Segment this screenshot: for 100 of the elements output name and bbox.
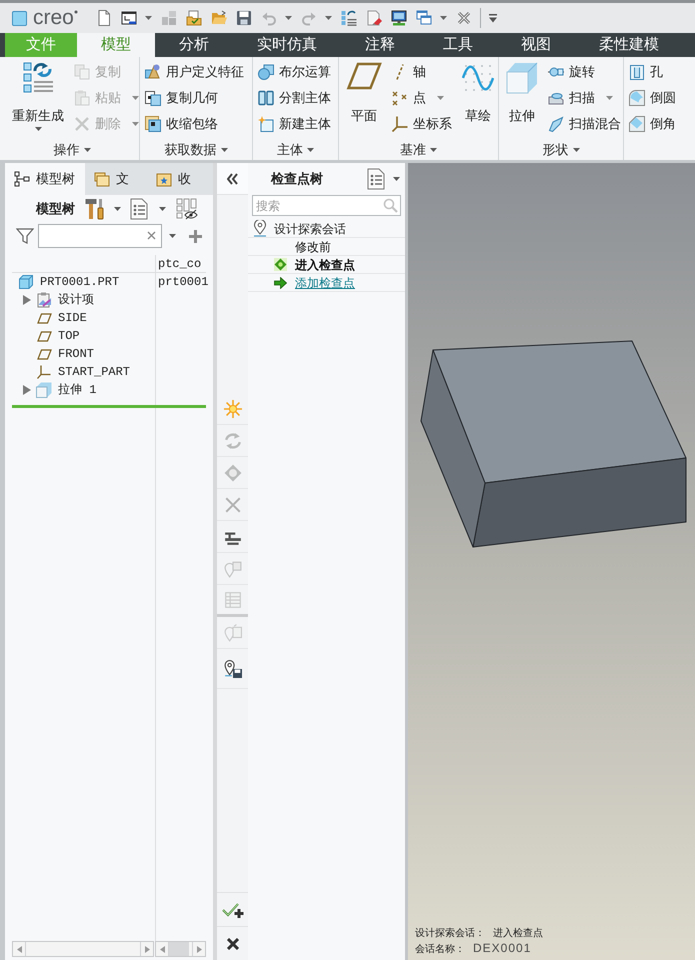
pin-save-icon[interactable] xyxy=(224,660,242,678)
ribbon-tab[interactable]: 分析 xyxy=(155,33,233,57)
open-folder-icon[interactable] xyxy=(210,10,227,26)
ribbon-button[interactable]: 坐标系 xyxy=(390,111,454,137)
tree-item[interactable]: 修改前 xyxy=(248,238,405,255)
column-header[interactable]: ptc_co xyxy=(158,256,202,272)
solid-block-drawing[interactable] xyxy=(420,340,686,548)
3d-viewport[interactable]: 设计探索会话： 进入检查点 会话名称： DEX0001 xyxy=(405,163,695,960)
document-eraser-icon[interactable] xyxy=(366,10,382,26)
horizontal-scrollbar[interactable] xyxy=(155,941,206,957)
ribbon-tab[interactable]: 模型 xyxy=(77,33,155,57)
caret-icon xyxy=(84,148,90,152)
group-menu-button[interactable]: 获取数据 xyxy=(160,142,232,158)
filter-icon[interactable] xyxy=(16,227,34,245)
ribbon-button[interactable]: 复制几何 xyxy=(143,85,246,111)
save-icon[interactable] xyxy=(236,10,252,26)
datum-plane-icon xyxy=(36,312,52,324)
ribbon-tab[interactable]: 工具 xyxy=(419,33,497,57)
window-icon[interactable] xyxy=(120,10,137,26)
collapse-button[interactable] xyxy=(217,163,248,195)
table-cell-text: prt0001 xyxy=(158,274,208,291)
tree-item[interactable]: 设计探索会话 xyxy=(248,220,405,237)
insert-marker-line[interactable] xyxy=(12,405,206,408)
tree-item[interactable]: 拉伸 1 xyxy=(12,381,155,399)
ribbon-button[interactable]: 扫描混合 xyxy=(546,111,623,137)
windows-icon[interactable] xyxy=(416,10,432,26)
scroll-left-icon[interactable] xyxy=(160,946,164,952)
ribbon-button[interactable]: 孔 xyxy=(627,59,678,85)
ribbon-tab[interactable]: 视图 xyxy=(497,33,575,57)
panel-title: 模型树 xyxy=(36,200,75,218)
group-menu-button[interactable]: 操作 xyxy=(50,142,94,158)
ribbon-button[interactable]: 分割主体 xyxy=(256,85,333,111)
caret-icon[interactable] xyxy=(393,177,400,181)
group-menu-button[interactable]: 形状 xyxy=(538,142,584,158)
extrude-feature-icon xyxy=(36,382,52,398)
close-icon[interactable] xyxy=(226,938,238,950)
ribbon-button[interactable]: 收缩包络 xyxy=(143,111,246,137)
tree-item[interactable]: START_PART xyxy=(12,363,155,381)
caret-icon[interactable] xyxy=(114,206,121,210)
panel-tab[interactable]: 模型树 xyxy=(5,163,85,195)
tree-item[interactable]: FRONT xyxy=(12,345,155,363)
scroll-right-icon[interactable] xyxy=(144,946,150,952)
caret-icon[interactable] xyxy=(440,16,447,20)
search-field[interactable]: 搜索 xyxy=(252,195,401,216)
folder-document-icon[interactable] xyxy=(186,10,202,26)
ribbon-button[interactable]: 重新生成 xyxy=(8,57,68,138)
ribbon-button[interactable]: 扫描 xyxy=(546,85,623,111)
datum-plane-icon xyxy=(36,330,52,342)
scroll-left-icon[interactable] xyxy=(16,946,22,952)
ribbon-tab[interactable]: 实时仿真 xyxy=(233,33,341,57)
hide-columns-icon[interactable] xyxy=(176,198,198,220)
tree-item[interactable]: SIDE xyxy=(12,309,155,327)
clear-icon[interactable] xyxy=(147,231,156,240)
refresh-list-icon[interactable] xyxy=(340,10,357,26)
horizontal-scrollbar[interactable] xyxy=(12,941,154,957)
info-label: 设计探索会话： xyxy=(415,926,485,941)
expand-arrow-icon[interactable] xyxy=(23,385,31,395)
scrollbar-thumb[interactable] xyxy=(169,942,189,956)
tree-item[interactable]: 设计项 xyxy=(12,291,155,309)
list-settings-icon[interactable] xyxy=(367,168,385,190)
ribbon-button[interactable]: 拉伸 xyxy=(502,57,542,138)
scroll-right-icon[interactable] xyxy=(196,946,202,952)
plus-icon[interactable] xyxy=(189,230,202,242)
ribbon-button[interactable]: 新建主体 xyxy=(256,111,333,137)
ribbon-button[interactable]: 平面 xyxy=(342,57,386,138)
trademark-dot-icon xyxy=(74,10,78,14)
datum-plane-icon xyxy=(36,348,52,360)
group-menu-button[interactable]: 基准 xyxy=(396,142,441,158)
new-file-icon[interactable] xyxy=(96,10,112,26)
filter-input-field[interactable] xyxy=(38,224,162,248)
folders-icon xyxy=(94,171,110,187)
ribbon-button[interactable]: 草绘 xyxy=(458,57,498,138)
ribbon-button[interactable]: 轴 xyxy=(390,59,454,85)
info-label: 会话名称： xyxy=(415,942,465,957)
group-menu-button[interactable]: 主体 xyxy=(273,142,318,158)
add-checkpoint-link[interactable]: 添加检查点 xyxy=(295,274,355,292)
customize-menu-icon[interactable] xyxy=(488,14,498,22)
tree-item[interactable]: TOP xyxy=(12,327,155,345)
part-cube-icon xyxy=(19,275,33,289)
ribbon-button[interactable]: 用户定义特征 xyxy=(143,59,246,85)
tree-item[interactable]: PRT0001.PRT xyxy=(12,273,155,291)
caret-icon[interactable] xyxy=(159,206,166,210)
monitor-icon[interactable] xyxy=(390,10,407,26)
ribbon-tab[interactable]: 注释 xyxy=(341,33,419,57)
hammer-screwdriver-icon[interactable] xyxy=(85,198,105,220)
info-value: 进入检查点 xyxy=(493,926,543,941)
ribbon-button[interactable]: 倒圆 xyxy=(627,85,678,111)
expand-arrow-icon[interactable] xyxy=(23,295,31,305)
caret-icon[interactable] xyxy=(169,234,176,238)
check-plus-icon[interactable] xyxy=(222,902,244,918)
ribbon-button[interactable]: 倒角 xyxy=(627,111,678,137)
ribbon-button[interactable]: 布尔运算 xyxy=(256,59,333,85)
ribbon-tab[interactable]: 柔性建模 xyxy=(575,33,683,57)
tree-item[interactable]: 进入检查点 xyxy=(248,256,405,273)
info-value: DEX0001 xyxy=(473,941,532,956)
caret-icon[interactable] xyxy=(144,16,152,20)
list-settings-icon[interactable] xyxy=(130,198,148,220)
caret-icon xyxy=(430,148,437,152)
ribbon-button[interactable]: 旋转 xyxy=(546,59,623,85)
ribbon-button[interactable]: 点 xyxy=(390,85,454,111)
